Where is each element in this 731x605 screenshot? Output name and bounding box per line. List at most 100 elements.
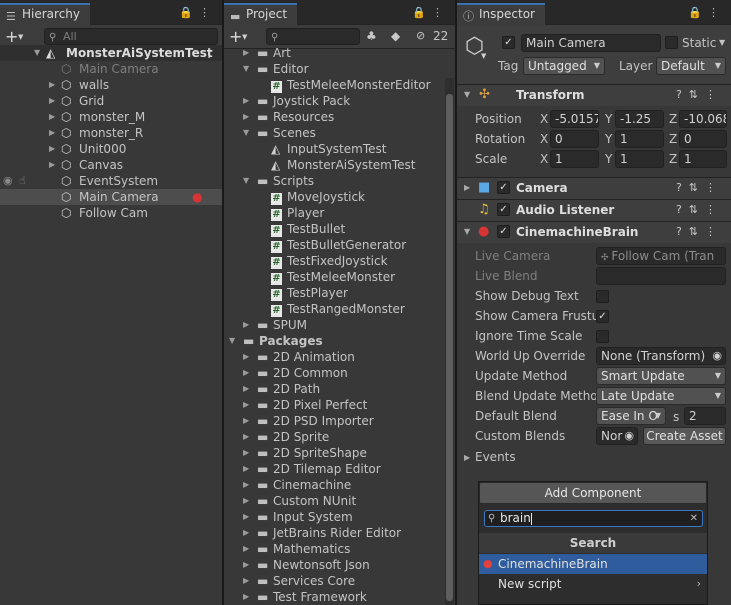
hierarchy-item-eventsystem[interactable]: ◉ ☝ ⬡ EventSystem <box>0 173 222 189</box>
result-new-script[interactable]: New script › <box>479 574 707 594</box>
expand-right-icon[interactable]: ▶ <box>243 493 249 509</box>
create-asset-button[interactable]: Create Asset <box>643 427 726 445</box>
project-item-cinemachine[interactable]: ▶ ▬ Cinemachine <box>224 477 442 493</box>
expand-right-icon[interactable]: ▶ <box>243 541 249 557</box>
expand-right-icon[interactable]: ▶ <box>243 477 249 493</box>
presets-icon[interactable]: ⇅ <box>689 88 705 101</box>
project-item-2d-spriteshape[interactable]: ▶ ▬ 2D SpriteShape <box>224 445 442 461</box>
position-x-label[interactable]: X <box>540 112 548 126</box>
scale-z-field[interactable]: 1 <box>679 150 727 168</box>
expand-right-icon[interactable]: ▶ <box>243 413 249 429</box>
expand-down-icon[interactable]: ▼ <box>464 227 470 236</box>
default-blend-dropdown[interactable]: Ease In O ▼ <box>596 407 666 425</box>
rotation-y-label[interactable]: Y <box>605 132 612 146</box>
hierarchy-item-main-camera[interactable]: ⬡ Main Camera ● <box>0 189 222 205</box>
expand-right-icon[interactable]: ▶ <box>464 450 470 466</box>
project-item-newtonsoft-json[interactable]: ▶ ▬ Newtonsoft Json <box>224 557 442 573</box>
expand-right-icon[interactable]: ▶ <box>243 573 249 589</box>
lock-icon[interactable]: 🔒 <box>179 6 199 19</box>
position-y-label[interactable]: Y <box>605 112 612 126</box>
position-y-field[interactable]: -1.25 <box>615 110 664 128</box>
tab-hierarchy[interactable]: ☰ Hierarchy <box>0 3 91 25</box>
presets-icon[interactable]: ⇅ <box>689 203 705 216</box>
expand-right-icon[interactable]: ▶ <box>49 77 55 93</box>
project-item-input-system[interactable]: ▶ ▬ Input System <box>224 509 442 525</box>
expand-down-icon[interactable]: ▼ <box>243 61 249 77</box>
filter-by-label-icon[interactable]: ◆ <box>391 29 400 43</box>
audio-listener-header[interactable]: ♫ ✓ Audio Listener ?⇅⋮ <box>457 199 731 221</box>
rotation-z-field[interactable]: 0 <box>679 130 727 148</box>
camera-enabled-checkbox[interactable]: ✓ <box>497 181 510 194</box>
result-cinemachine-brain[interactable]: ● CinemachineBrain <box>479 554 707 574</box>
project-item-mathematics[interactable]: ▶ ▬ Mathematics <box>224 541 442 557</box>
project-item-testplayer[interactable]: # TestPlayer <box>224 285 442 301</box>
expand-right-icon[interactable]: ▶ <box>243 45 249 61</box>
project-item-movejoystick[interactable]: # MoveJoystick <box>224 189 442 205</box>
default-blend-time-field[interactable]: 2 <box>684 407 726 425</box>
project-item-spum[interactable]: ▶ ▬ SPUM <box>224 317 442 333</box>
ignore-time-scale-checkbox[interactable] <box>596 330 609 343</box>
project-item-testrangedmonster[interactable]: # TestRangedMonster <box>224 301 442 317</box>
brain-enabled-checkbox[interactable]: ✓ <box>497 225 510 238</box>
world-up-override-field[interactable]: None (Transform) ◉ <box>596 347 726 365</box>
hierarchy-item-monster-r[interactable]: ▶ ⬡ monster_R <box>0 125 222 141</box>
rotation-z-label[interactable]: Z <box>669 132 677 146</box>
hierarchy-item-grid[interactable]: ▶ ⬡ Grid <box>0 93 222 109</box>
object-picker-icon[interactable]: ◉ <box>624 428 634 444</box>
project-item-art[interactable]: ▶ ▬ Art <box>224 45 442 61</box>
events-foldout[interactable]: Events <box>475 449 516 465</box>
expand-down-icon[interactable]: ▼ <box>229 333 235 349</box>
project-item-2d-sprite[interactable]: ▶ ▬ 2D Sprite <box>224 429 442 445</box>
custom-blends-field[interactable]: Nor ◉ <box>596 427 638 445</box>
expand-right-icon[interactable]: ▶ <box>243 509 249 525</box>
chevron-down-icon[interactable]: ▼ <box>18 33 23 41</box>
more-icon[interactable]: ⋮ <box>432 6 449 19</box>
more-icon[interactable]: ⋮ <box>705 88 723 101</box>
expand-right-icon[interactable]: ▶ <box>243 317 249 333</box>
more-icon[interactable]: ⋮ <box>199 6 216 19</box>
active-checkbox[interactable]: ✓ <box>502 36 515 49</box>
project-item-monsteraisystemtest[interactable]: ◭ MonsterAiSystemTest <box>224 157 442 173</box>
expand-right-icon[interactable]: ▶ <box>243 365 249 381</box>
project-search-input[interactable]: ⚲ <box>266 28 360 45</box>
more-icon[interactable]: ⋮ <box>705 181 723 194</box>
project-item-testbullet[interactable]: # TestBullet <box>224 221 442 237</box>
position-z-label[interactable]: Z <box>669 112 677 126</box>
project-item-testmeleemonster[interactable]: # TestMeleeMonster <box>224 269 442 285</box>
expand-down-icon[interactable]: ▼ <box>464 90 470 99</box>
scale-y-field[interactable]: 1 <box>615 150 664 168</box>
project-item-services-core[interactable]: ▶ ▬ Services Core <box>224 573 442 589</box>
hierarchy-item-walls[interactable]: ▶ ⬡ walls <box>0 77 222 93</box>
layer-dropdown[interactable]: Default ▼ <box>656 57 726 75</box>
expand-right-icon[interactable]: ▶ <box>243 349 249 365</box>
rotation-y-field[interactable]: 1 <box>615 130 664 148</box>
project-item-2d-path[interactable]: ▶ ▬ 2D Path <box>224 381 442 397</box>
expand-right-icon[interactable]: ▶ <box>243 525 249 541</box>
project-item-2d-common[interactable]: ▶ ▬ 2D Common <box>224 365 442 381</box>
scene-menu-icon[interactable]: ⋮ <box>203 45 215 61</box>
expand-right-icon[interactable]: ▶ <box>243 397 249 413</box>
project-item-player[interactable]: # Player <box>224 205 442 221</box>
hierarchy-item-main-camera[interactable]: ⬡ Main Camera <box>0 61 222 77</box>
scene-row[interactable]: ▼ ◭ MonsterAiSystemTest ⋮ <box>0 45 222 61</box>
visibility-icon[interactable]: ◉ <box>3 173 13 189</box>
tab-project[interactable]: ▬ Project <box>224 3 298 25</box>
component-search-input[interactable]: ⚲ brain ✕ <box>484 510 703 527</box>
project-item-test-framework[interactable]: ▶ ▬ Test Framework <box>224 589 442 605</box>
expand-right-icon[interactable]: ▶ <box>49 141 55 157</box>
project-item-2d-animation[interactable]: ▶ ▬ 2D Animation <box>224 349 442 365</box>
expand-right-icon[interactable]: ▶ <box>243 461 249 477</box>
hierarchy-item-unit000[interactable]: ▶ ⬡ Unit000 <box>0 141 222 157</box>
expand-right-icon[interactable]: ▶ <box>464 183 470 192</box>
cinemachine-brain-header[interactable]: ▼ ● ✓ CinemachineBrain ?⇅⋮ <box>457 221 731 243</box>
position-x-field[interactable]: -5.0157 <box>550 110 599 128</box>
project-item-testfixedjoystick[interactable]: # TestFixedJoystick <box>224 253 442 269</box>
expand-down-icon[interactable]: ▼ <box>243 125 249 141</box>
lock-icon[interactable]: 🔒 <box>412 6 432 19</box>
project-item-editor[interactable]: ▼ ▬ Editor <box>224 61 442 77</box>
project-item-testmeleemonstereditor[interactable]: # TestMeleeMonsterEditor <box>224 77 442 93</box>
expand-down-icon[interactable]: ▼ <box>34 45 40 61</box>
project-item-joystick-pack[interactable]: ▶ ▬ Joystick Pack <box>224 93 442 109</box>
hierarchy-search-input[interactable]: ⚲ All <box>44 28 218 45</box>
create-plus-icon[interactable]: + <box>5 27 18 46</box>
